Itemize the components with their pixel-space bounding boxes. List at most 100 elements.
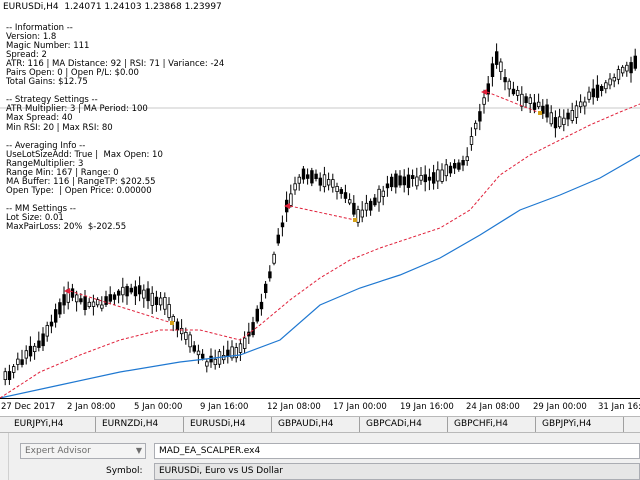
candle-body (406, 174, 411, 188)
time-axis-label: 19 Jan 16:00 (400, 402, 454, 412)
candle-body (545, 104, 549, 118)
time-axis-label: 29 Jan 00:00 (533, 402, 587, 412)
candle-body (238, 343, 243, 353)
candle-body (520, 93, 524, 107)
candle-body (196, 350, 201, 356)
candle-body (633, 55, 637, 69)
program-type-select[interactable]: Expert Advisor ▼ (20, 443, 146, 459)
time-axis-label: 31 Jan 16:00 (598, 402, 640, 412)
candle-body (104, 296, 108, 305)
time-axis: 27 Dec 2017 2 Jan 08:00 5 Jan 00:00 9 Jan 1… (0, 398, 640, 416)
candle-body (179, 327, 184, 335)
candle-body (184, 331, 188, 340)
info-line: Min RSI: 20 | Max RSI: 80 (6, 122, 113, 133)
candle-body (415, 176, 419, 187)
candle-body (503, 77, 507, 83)
price-chart[interactable]: EURUSDi,H4 1.24071 1.24103 1.23868 1.239… (0, 0, 640, 398)
expert-file-field[interactable]: MAD_EA_SCALPER.ex4 (154, 443, 640, 459)
candle-body (62, 294, 66, 306)
candle-body (318, 177, 322, 186)
candle-body (20, 359, 24, 365)
candle-body (75, 294, 79, 303)
candle-body (100, 304, 104, 309)
candle-body (570, 110, 574, 121)
candle-body (335, 185, 339, 192)
candle-body (28, 345, 33, 357)
candle-body (528, 97, 532, 104)
candle-body (494, 51, 499, 65)
candle-body (310, 170, 314, 184)
candle-body (117, 290, 121, 296)
chart-tab[interactable]: EURUSDi,H4 (184, 417, 272, 432)
chart-tab[interactable]: GBPCHFi,H4 (448, 417, 536, 432)
candle-body (537, 101, 541, 108)
candle-body (272, 253, 276, 264)
trade-close-marker-icon (170, 321, 174, 325)
candle-body (49, 321, 54, 327)
info-line: Total Gains: $12.75 (6, 77, 88, 88)
candle-body (549, 112, 553, 125)
candle-body (276, 234, 280, 244)
candle-body (516, 90, 520, 96)
candle-body (150, 292, 154, 306)
candle-body (583, 101, 587, 107)
candle-body (16, 358, 20, 365)
candle-body (112, 294, 117, 300)
chart-tab[interactable]: GBPCADi,H4 (360, 417, 448, 432)
info-line: Open Type: | Open Price: 0.00000 (6, 185, 152, 196)
candle-body (251, 322, 255, 336)
candle-body (213, 358, 217, 365)
candle-body (108, 294, 112, 302)
candle-body (604, 82, 608, 90)
candle-body (427, 176, 432, 181)
candle-body (469, 136, 474, 145)
candle-body (562, 117, 566, 125)
candle-body (490, 63, 495, 77)
candle-body (259, 301, 264, 310)
candle-body (242, 337, 247, 349)
candle-body (137, 285, 142, 295)
candle-body (625, 64, 629, 72)
candle-body (171, 315, 175, 322)
trade-connector-2 (289, 205, 356, 221)
candle-body (436, 169, 440, 182)
time-axis-label: 24 Jan 08:00 (466, 402, 520, 412)
candle-body (58, 302, 62, 315)
candle-body (142, 289, 146, 299)
candle-body (431, 172, 436, 184)
candle-body (377, 188, 381, 203)
candle-body (133, 286, 138, 297)
candle-body (448, 165, 453, 174)
candle-body (163, 296, 167, 310)
candle-body (125, 286, 129, 297)
candle-body (457, 162, 461, 170)
candle-body (419, 174, 423, 181)
time-axis-label: 9 Jan 16:00 (200, 402, 249, 412)
candle-body (595, 84, 600, 98)
chart-tab[interactable]: GBPJPYi,H4 (536, 417, 624, 432)
candle-body (360, 209, 364, 218)
chart-tab[interactable]: GBPAUDi,H4 (272, 417, 360, 432)
trade-close-marker-icon (538, 111, 542, 115)
symbol-field[interactable]: EURUSDi, Euro vs US Dollar (154, 463, 640, 480)
candle-body (91, 301, 96, 307)
chart-tab[interactable]: EURJPYi,H4 (8, 417, 96, 432)
candle-body (553, 117, 558, 129)
candle-body (209, 355, 213, 363)
candle-body (600, 86, 604, 92)
candle-body (339, 189, 343, 194)
candle-body (11, 366, 16, 373)
candle-body (478, 111, 482, 122)
candle-body (440, 169, 444, 182)
candle-body (305, 174, 310, 179)
chart-tab[interactable]: EURNZDi,H4 (96, 417, 184, 432)
time-axis-label: 27 Dec 2017 (1, 402, 56, 412)
info-line: MaxPairLoss: 20% $-202.55 (6, 222, 127, 233)
candle-body (158, 297, 163, 306)
candle-body (45, 325, 49, 337)
candle-body (343, 192, 348, 199)
candle-body (579, 101, 583, 108)
candle-body (146, 288, 150, 302)
candle-body (612, 77, 616, 82)
candle-body (574, 105, 579, 118)
